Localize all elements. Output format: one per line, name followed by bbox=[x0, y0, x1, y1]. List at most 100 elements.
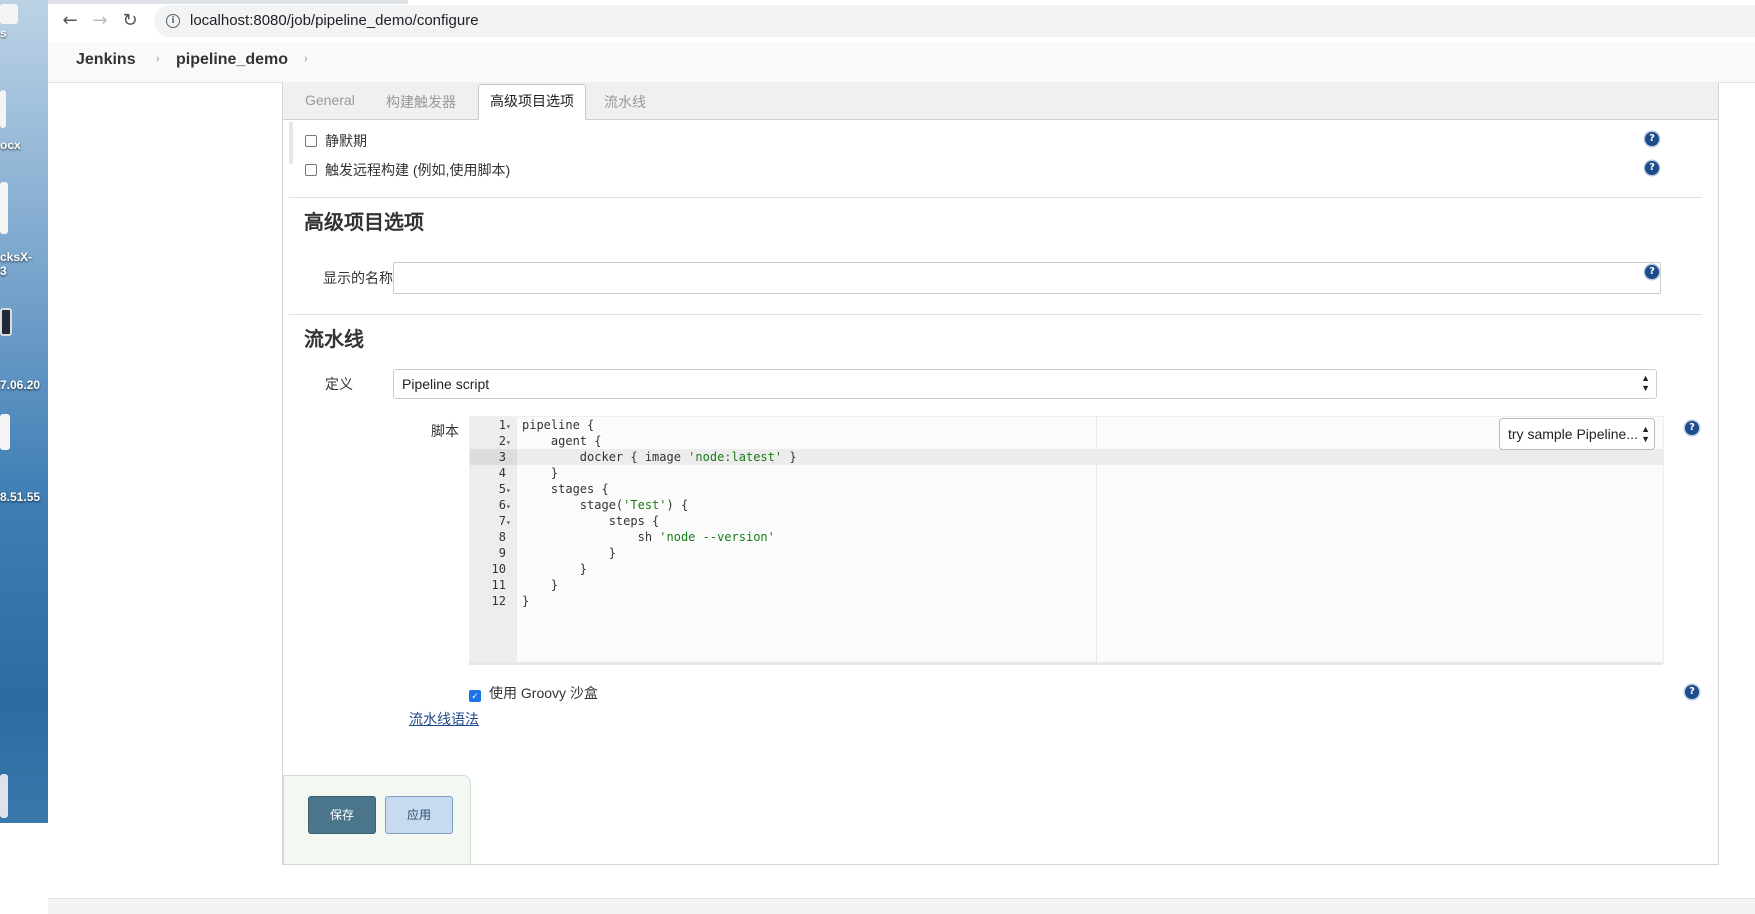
code-token: ) { bbox=[666, 498, 689, 512]
code-line: 4 } bbox=[470, 465, 1660, 481]
code-line: 12} bbox=[470, 593, 1660, 609]
forward-arrow-icon[interactable]: → bbox=[88, 9, 112, 33]
code-text: } bbox=[522, 545, 616, 561]
help-icon[interactable]: ? bbox=[1645, 161, 1659, 175]
desktop-label: 7.06.20 bbox=[0, 378, 41, 392]
desktop-label: 3 bbox=[0, 264, 7, 278]
help-icon[interactable]: ? bbox=[1645, 132, 1659, 146]
code-text: stage('Test') { bbox=[522, 497, 688, 513]
help-icon[interactable]: ? bbox=[1645, 265, 1659, 279]
display-name-input[interactable] bbox=[393, 262, 1661, 294]
script-editor[interactable]: 1▾ pipeline {2▾ agent {3 docker { image '… bbox=[469, 416, 1664, 664]
quiet-period-checkbox[interactable] bbox=[305, 135, 317, 147]
code-text: steps { bbox=[522, 513, 660, 529]
sample-pipeline-select[interactable]: try sample Pipeline... ▲ ▼ bbox=[1499, 418, 1655, 450]
editor-resize-bar[interactable] bbox=[469, 662, 1662, 665]
config-panel: General 构建触发器 高级项目选项 流水线 静默期 ? 触发远程构建 (例… bbox=[282, 82, 1719, 865]
code-text: stages { bbox=[522, 481, 609, 497]
reload-icon[interactable]: ↻ bbox=[118, 9, 142, 33]
form-buttons-bar: 保存 应用 bbox=[283, 775, 471, 864]
breadcrumb-separator[interactable]: › bbox=[304, 53, 308, 65]
code-string: 'node --version' bbox=[659, 530, 775, 544]
advanced-options-heading: 高级项目选项 bbox=[304, 212, 424, 234]
desktop-screenshot-icon[interactable] bbox=[0, 308, 12, 336]
desktop-app-icon[interactable] bbox=[0, 182, 8, 234]
code-text: docker { image 'node:latest' } bbox=[522, 449, 797, 465]
code-string: 'node:latest' bbox=[688, 450, 783, 464]
code-token: } bbox=[522, 594, 530, 608]
code-text: } bbox=[522, 577, 558, 593]
code-token: } bbox=[550, 466, 559, 480]
desktop-background: s ocx cksX- 3 7.06.20 8.51.55 bbox=[0, 0, 48, 823]
sample-pipeline-value: try sample Pipeline... bbox=[1508, 426, 1638, 442]
breadcrumb-pipeline-demo[interactable]: pipeline_demo bbox=[176, 51, 288, 69]
code-token: stages { bbox=[550, 482, 609, 496]
line-number: 10 bbox=[491, 562, 506, 576]
desktop-item-icon[interactable] bbox=[0, 774, 8, 818]
line-number: 11 bbox=[491, 578, 506, 592]
info-icon[interactable]: i bbox=[166, 14, 180, 28]
code-token: stage( bbox=[579, 498, 624, 512]
code-token: } bbox=[550, 578, 559, 592]
url-field[interactable]: i localhost:8080/job/pipeline_demo/confi… bbox=[154, 5, 1755, 37]
code-token: } bbox=[782, 450, 797, 464]
desktop-label: ocx bbox=[0, 138, 21, 152]
page-footer bbox=[48, 898, 1755, 914]
back-arrow-icon[interactable]: ← bbox=[58, 9, 82, 33]
remote-build-row: 触发远程构建 (例如,使用脚本) bbox=[305, 160, 510, 180]
code-line: 1▾ pipeline { bbox=[470, 417, 1660, 433]
breadcrumb-separator: › bbox=[156, 53, 160, 65]
quiet-period-row: 静默期 bbox=[305, 131, 367, 151]
section-rule bbox=[289, 122, 293, 164]
code-line: 8 sh 'node --version' bbox=[470, 529, 1660, 545]
code-text: agent { bbox=[522, 433, 602, 449]
line-number: 7 bbox=[498, 514, 506, 528]
pipeline-heading: 流水线 bbox=[304, 329, 364, 351]
code-token: steps { bbox=[608, 514, 660, 528]
apply-button[interactable]: 应用 bbox=[385, 796, 453, 834]
tab-build-triggers[interactable]: 构建触发器 bbox=[386, 92, 456, 112]
code-token: docker { image bbox=[579, 450, 689, 464]
code-token: } bbox=[608, 546, 616, 560]
section-divider bbox=[289, 197, 1702, 198]
breadcrumb-jenkins[interactable]: Jenkins bbox=[76, 51, 136, 69]
config-tabs: General 构建触发器 高级项目选项 流水线 bbox=[283, 82, 1718, 120]
code-string: 'Test' bbox=[623, 498, 667, 512]
remote-build-checkbox[interactable] bbox=[305, 164, 317, 176]
url-text: localhost:8080/job/pipeline_demo/configu… bbox=[190, 12, 479, 29]
definition-select[interactable]: Pipeline script ▲ ▼ bbox=[393, 369, 1657, 399]
code-text: } bbox=[522, 561, 587, 577]
tab-advanced-options[interactable]: 高级项目选项 bbox=[478, 84, 586, 120]
desktop-docx-icon[interactable] bbox=[0, 90, 6, 128]
code-token: pipeline { bbox=[522, 418, 595, 432]
desktop-screenshot-icon[interactable] bbox=[0, 414, 10, 450]
browser-tab-strip bbox=[48, 0, 408, 4]
desktop-bottom bbox=[0, 823, 48, 913]
code-line: 9 } bbox=[470, 545, 1660, 561]
display-name-label: 显示的名称 bbox=[323, 270, 393, 286]
line-number: 3 bbox=[498, 450, 506, 464]
sandbox-checkbox[interactable]: ✓ bbox=[469, 690, 481, 702]
line-number: 1 bbox=[498, 418, 506, 432]
help-icon[interactable]: ? bbox=[1685, 685, 1699, 699]
code-text: sh 'node --version' bbox=[522, 529, 775, 545]
code-line: 11 } bbox=[470, 577, 1660, 593]
code-line: 2▾ agent { bbox=[470, 433, 1660, 449]
code-line: 6▾ stage('Test') { bbox=[470, 497, 1660, 513]
pipeline-syntax-link[interactable]: 流水线语法 bbox=[409, 709, 479, 729]
code-line: 3 docker { image 'node:latest' } bbox=[470, 449, 1660, 465]
tab-pipeline[interactable]: 流水线 bbox=[604, 92, 646, 112]
tab-general[interactable]: General bbox=[305, 92, 355, 108]
select-arrows-icon: ▲ ▼ bbox=[1641, 424, 1650, 444]
desktop-file-icon[interactable] bbox=[0, 4, 18, 24]
help-icon[interactable]: ? bbox=[1685, 421, 1699, 435]
save-button[interactable]: 保存 bbox=[308, 796, 376, 834]
